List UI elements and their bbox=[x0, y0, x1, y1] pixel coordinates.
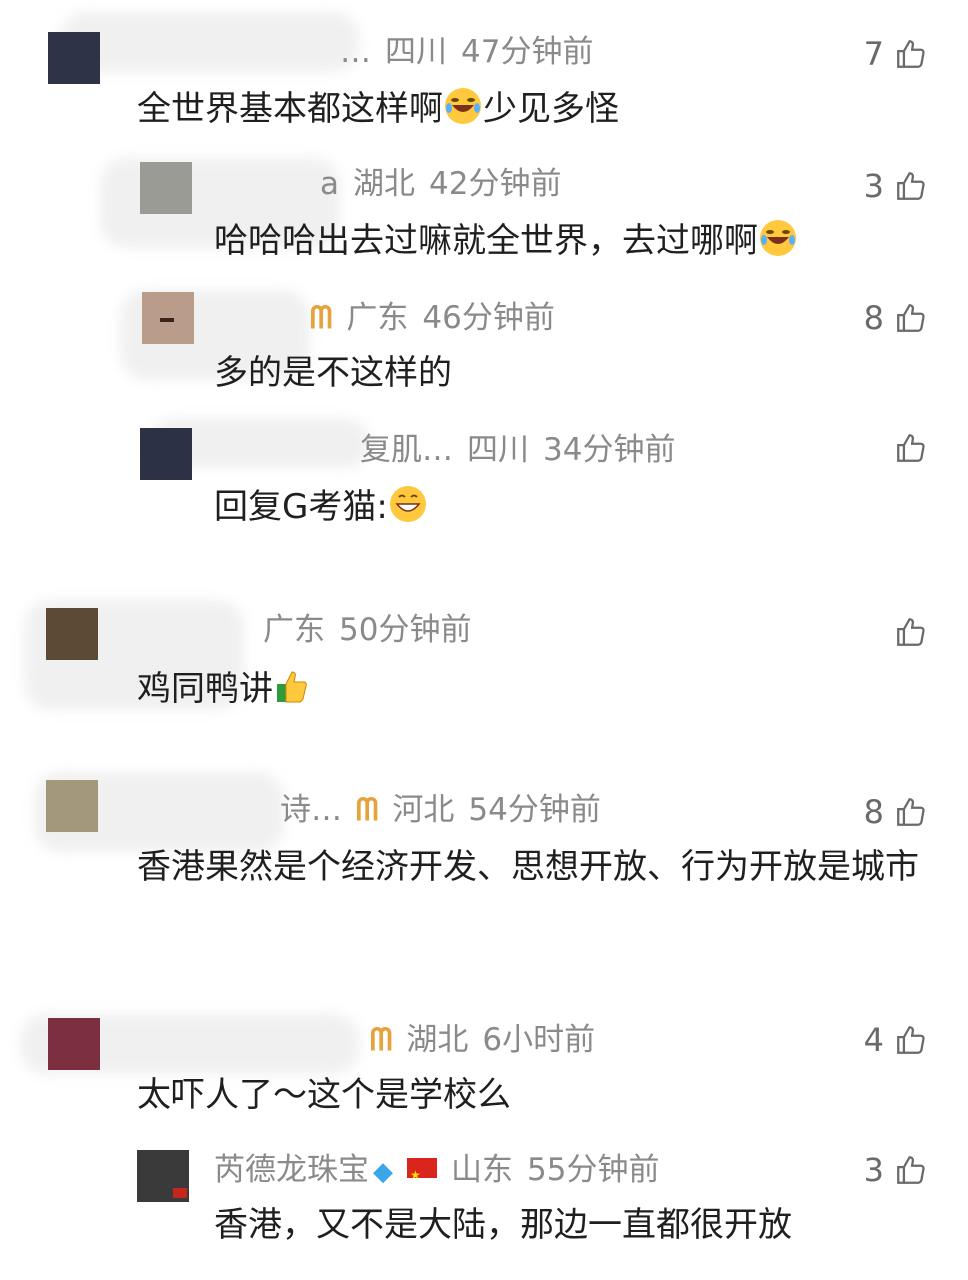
comment-text: 哈哈哈出去过嘛就全世界，去过哪啊 bbox=[214, 216, 798, 266]
diamond-icon: ◆ bbox=[373, 1157, 393, 1187]
like-count: 8 bbox=[863, 793, 884, 831]
comment-text: 多的是不这样的 bbox=[214, 353, 452, 393]
timestamp: 54分钟前 bbox=[468, 792, 601, 828]
timestamp: 34分钟前 bbox=[543, 432, 676, 468]
rofl-emoji-icon bbox=[760, 220, 796, 256]
avatar[interactable] bbox=[48, 32, 100, 84]
thumbs-up-emoji-icon bbox=[277, 671, 307, 703]
location: 湖北 bbox=[406, 1022, 469, 1058]
comment-meta: ᗰ 湖北 6小时前 bbox=[370, 1020, 609, 1060]
avatar[interactable] bbox=[142, 292, 194, 344]
thumbs-up-icon bbox=[897, 434, 925, 462]
like-button[interactable]: 3 bbox=[864, 1150, 928, 1190]
thumbs-up-icon bbox=[897, 40, 925, 68]
avatar[interactable] bbox=[137, 1150, 189, 1202]
like-button[interactable]: 7 bbox=[864, 34, 928, 74]
vip-badge-icon: ᗰ bbox=[370, 1022, 393, 1058]
vip-badge-icon: ᗰ bbox=[356, 792, 379, 828]
timestamp: 55分钟前 bbox=[527, 1152, 660, 1188]
like-button[interactable]: 4 bbox=[864, 1020, 928, 1060]
vip-badge-icon: ᗰ bbox=[310, 300, 333, 336]
comment-meta: 广东 50分钟前 bbox=[263, 610, 485, 650]
comment-meta: 芮德龙珠宝◆ 山东 55分钟前 bbox=[214, 1150, 673, 1195]
timestamp: 50分钟前 bbox=[339, 612, 472, 648]
location: 广东 bbox=[263, 612, 325, 648]
rofl-emoji-icon bbox=[445, 88, 481, 124]
comment-text: 太吓人了～这个是学校么 bbox=[137, 1075, 511, 1115]
avatar[interactable] bbox=[46, 780, 98, 832]
comment-text: 鸡同鸭讲 bbox=[137, 664, 313, 714]
comment-meta: a 湖北 42分钟前 bbox=[320, 164, 575, 204]
timestamp: 46分钟前 bbox=[422, 300, 555, 336]
china-flag-icon bbox=[407, 1155, 437, 1195]
username[interactable]: 诗… bbox=[280, 792, 342, 828]
timestamp: 42分钟前 bbox=[429, 166, 562, 202]
username[interactable]: 复肌… bbox=[360, 432, 453, 468]
like-button[interactable] bbox=[884, 612, 928, 652]
thumbs-up-icon bbox=[897, 1156, 925, 1184]
like-button[interactable]: 3 bbox=[864, 166, 928, 206]
avatar[interactable] bbox=[140, 162, 192, 214]
thumbs-up-icon bbox=[897, 1026, 925, 1054]
comment-text: 香港果然是个经济开发、思想开放、行为开放是城市 bbox=[137, 847, 919, 887]
comment-text: 香港，又不是大陆，那边一直都很开放 bbox=[214, 1205, 792, 1245]
thumbs-up-icon bbox=[897, 798, 925, 826]
thumbs-up-icon bbox=[897, 618, 925, 646]
like-button[interactable]: 8 bbox=[864, 298, 928, 338]
avatar[interactable] bbox=[48, 1018, 100, 1070]
like-count: 3 bbox=[863, 167, 884, 205]
like-count: 3 bbox=[863, 1151, 884, 1189]
comment-meta: ᗰ 广东 46分钟前 bbox=[310, 298, 569, 338]
location: 山东 bbox=[451, 1152, 513, 1188]
comment-meta: 复肌… 四川 34分钟前 bbox=[360, 430, 689, 470]
like-count: 8 bbox=[863, 299, 884, 337]
location: 河北 bbox=[392, 792, 455, 828]
avatar[interactable] bbox=[46, 608, 98, 660]
avatar[interactable] bbox=[140, 428, 192, 480]
location: 广东 bbox=[346, 300, 409, 336]
thumbs-up-icon bbox=[897, 304, 925, 332]
grin-emoji-icon bbox=[389, 486, 426, 522]
comment-meta: 诗… ᗰ 河北 54分钟前 bbox=[280, 790, 615, 830]
username[interactable]: … bbox=[340, 34, 371, 70]
thumbs-up-icon bbox=[897, 172, 925, 200]
location: 湖北 bbox=[353, 166, 415, 202]
username[interactable]: a bbox=[320, 166, 339, 202]
comment-text: 回复G考猫: bbox=[214, 482, 428, 532]
like-count: 4 bbox=[863, 1021, 884, 1059]
username[interactable]: 芮德龙珠宝 bbox=[214, 1152, 369, 1188]
timestamp: 6小时前 bbox=[482, 1022, 596, 1058]
comment-meta: … 四川 47分钟前 bbox=[340, 32, 607, 72]
like-button[interactable] bbox=[884, 428, 928, 468]
like-count: 7 bbox=[863, 35, 884, 73]
timestamp: 47分钟前 bbox=[461, 34, 594, 70]
comment-text: 全世界基本都这样啊 少见多怪 bbox=[137, 84, 619, 134]
location: 四川 bbox=[467, 432, 529, 468]
location: 四川 bbox=[385, 34, 447, 70]
like-button[interactable]: 8 bbox=[864, 792, 928, 832]
